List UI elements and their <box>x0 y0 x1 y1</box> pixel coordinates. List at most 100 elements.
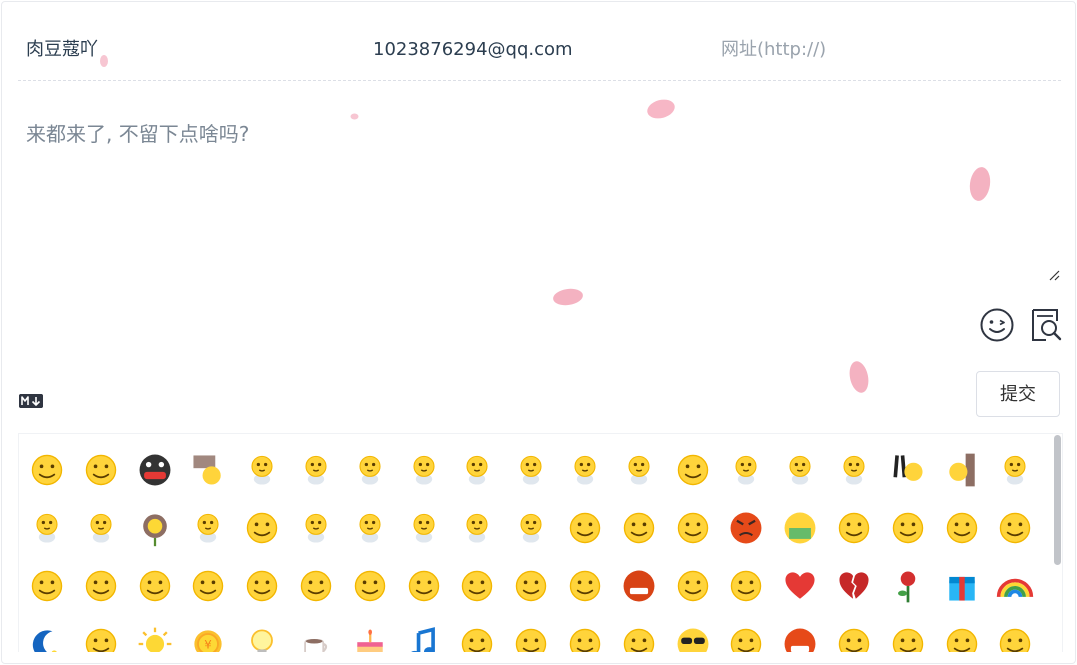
smirk-partial-icon <box>946 628 977 652</box>
emoji-chick-hat[interactable] <box>509 448 553 492</box>
emoji-chick-lying[interactable] <box>79 506 123 550</box>
emoji-grinning-dark[interactable] <box>133 448 177 492</box>
emoji-rainbow[interactable] <box>993 564 1037 608</box>
emoji-ok-hand[interactable] <box>724 622 768 652</box>
emoji-broken-heart[interactable] <box>832 564 876 608</box>
emoji-chick-shrug[interactable] <box>778 448 822 492</box>
emoji-coin[interactable]: ¥ <box>186 622 230 652</box>
emoji-shocked[interactable] <box>671 564 715 608</box>
emoji-grimacing[interactable] <box>294 564 338 608</box>
covering-mouth-icon <box>193 570 224 602</box>
emoji-chick-think[interactable] <box>402 448 446 492</box>
petal-icon <box>849 361 869 393</box>
preview-icon[interactable] <box>1028 307 1064 343</box>
emoji-chick-run[interactable] <box>25 506 69 550</box>
emoji-smirk[interactable] <box>617 506 661 550</box>
comment-textarea[interactable]: 来都来了, 不留下点啥吗? <box>26 118 249 147</box>
emoji-holding-sign[interactable] <box>186 448 230 492</box>
emoji-angry-red[interactable] <box>778 622 822 652</box>
emoji-chick-door[interactable] <box>940 448 984 492</box>
emoji-chick-peek[interactable] <box>294 506 338 550</box>
chick-stand-2-icon <box>413 513 435 543</box>
emoji-light-bulb[interactable] <box>240 622 284 652</box>
red-heart-icon <box>785 572 815 599</box>
emoji-music-note[interactable] <box>402 622 446 652</box>
emoji-question-face[interactable] <box>671 506 715 550</box>
emoji-sneezing[interactable] <box>724 564 768 608</box>
emoji-sunglasses[interactable] <box>671 622 715 652</box>
emoji-beaming[interactable] <box>940 506 984 550</box>
emoji-laugh-partial[interactable] <box>993 622 1037 652</box>
emoji-chick-doubt[interactable] <box>455 448 499 492</box>
emoji-chick-heart[interactable] <box>455 506 499 550</box>
emoji-blushing[interactable] <box>240 564 284 608</box>
emoji-crescent-moon[interactable] <box>25 622 69 652</box>
emoji-chick-look[interactable] <box>348 448 392 492</box>
emoji-laughing-top[interactable] <box>79 622 123 652</box>
email-field[interactable]: 1023876294@qq.com <box>373 38 573 62</box>
emoji-rock-hand[interactable] <box>455 622 499 652</box>
nickname-field[interactable]: 肉豆蔻吖 <box>26 38 98 62</box>
emoji-smiley-icon[interactable] <box>979 307 1015 343</box>
submit-button[interactable]: 提交 <box>976 371 1060 417</box>
resize-grip-icon[interactable] <box>1046 267 1060 281</box>
emoji-grin-partial[interactable] <box>886 622 930 652</box>
emoji-coffee-cup[interactable] <box>294 622 338 652</box>
gift-icon <box>948 576 975 601</box>
emoji-worried[interactable] <box>832 622 876 652</box>
emoji-chick-black-hair[interactable] <box>886 448 930 492</box>
emoji-chick-chin[interactable] <box>348 506 392 550</box>
chick-idle-icon <box>251 455 273 485</box>
grinning-dark-icon <box>139 454 171 486</box>
chick-run-icon <box>36 513 58 543</box>
scrollbar-thumb[interactable] <box>1054 435 1061 565</box>
chick-door-icon <box>948 453 975 487</box>
emoji-sunflower[interactable] <box>133 506 177 550</box>
emoji-pointing-hand[interactable] <box>617 622 661 652</box>
emoji-chick-stand-2[interactable] <box>402 506 446 550</box>
emoji-red-angry[interactable] <box>724 506 768 550</box>
emoji-money-mouth[interactable] <box>778 506 822 550</box>
emoji-chick-stand[interactable] <box>563 448 607 492</box>
emoji-sweat[interactable] <box>348 564 392 608</box>
emoji-rage-face[interactable] <box>617 564 661 608</box>
emoji-pleading[interactable] <box>402 564 446 608</box>
emoji-hug-face[interactable] <box>886 506 930 550</box>
emoji-thumbs-up[interactable] <box>563 622 607 652</box>
markdown-icon[interactable] <box>19 394 43 408</box>
emoji-slightly-smiling[interactable] <box>25 448 69 492</box>
emoji-sun[interactable] <box>133 622 177 652</box>
emoji-victory-hand[interactable] <box>509 622 553 652</box>
emoji-angry-pout[interactable] <box>563 506 607 550</box>
emoji-chick-wave[interactable] <box>832 448 876 492</box>
emoji-eye-roll[interactable] <box>832 506 876 550</box>
emoji-chick-mic[interactable] <box>993 448 1037 492</box>
emoji-smug-glasses[interactable] <box>79 448 123 492</box>
smirk-icon <box>623 512 655 544</box>
hug-face-icon <box>892 512 924 544</box>
emoji-sleeping[interactable] <box>455 564 499 608</box>
emoji-smirking[interactable] <box>133 564 177 608</box>
emoji-chick-hiding[interactable] <box>294 448 338 492</box>
emoji-rose[interactable] <box>886 564 930 608</box>
rock-hand-icon <box>462 628 493 652</box>
emoji-squinting-laugh[interactable] <box>79 564 123 608</box>
emoji-gift[interactable] <box>940 564 984 608</box>
emoji-covering-mouth[interactable] <box>186 564 230 608</box>
emoji-covering-face[interactable] <box>671 448 715 492</box>
emoji-chick-phone[interactable] <box>724 448 768 492</box>
emoji-red-heart[interactable] <box>778 564 822 608</box>
emoji-cake[interactable] <box>348 622 392 652</box>
emoji-heart-eyes[interactable] <box>993 506 1037 550</box>
emoji-yummy[interactable] <box>509 564 553 608</box>
emoji-frowning[interactable] <box>240 506 284 550</box>
emoji-chick-stand-3[interactable] <box>509 506 553 550</box>
emoji-chick-pole[interactable] <box>186 506 230 550</box>
emoji-cool-smile[interactable] <box>25 564 69 608</box>
emoji-smirk-partial[interactable] <box>940 622 984 652</box>
emoji-chick-ponder[interactable] <box>617 448 661 492</box>
emoji-scrollbar[interactable] <box>1053 434 1062 652</box>
url-field[interactable]: 网址(http://) <box>721 38 826 62</box>
emoji-scared[interactable] <box>563 564 607 608</box>
emoji-chick-idle[interactable] <box>240 448 284 492</box>
